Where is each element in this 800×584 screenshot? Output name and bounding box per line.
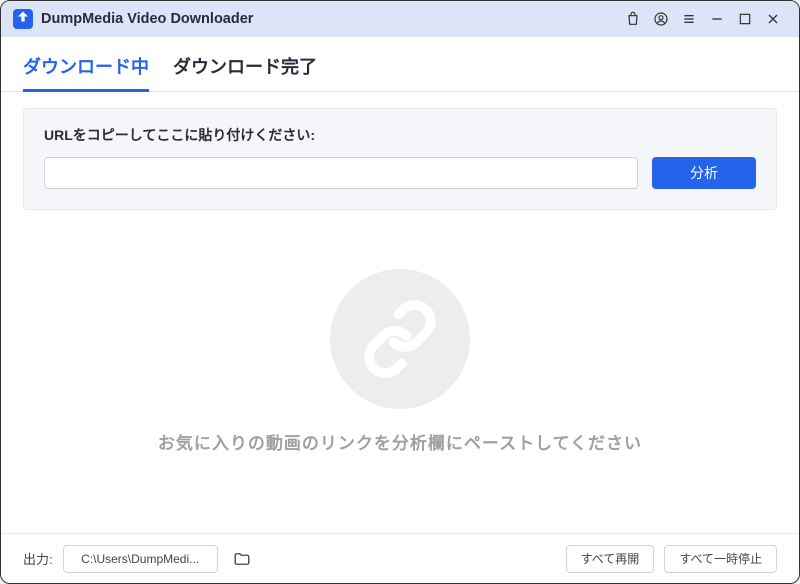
resume-all-button[interactable]: すべて再開 (566, 545, 655, 573)
empty-hint: お気に入りの動画のリンクを分析欄にペーストしてください (158, 429, 642, 454)
output-label: 出力: (23, 549, 53, 568)
analyze-button[interactable]: 分析 (652, 157, 756, 189)
shopping-bag-icon[interactable] (619, 5, 647, 33)
app-title: DumpMedia Video Downloader (41, 11, 253, 27)
url-panel: URLをコピーしてここに貼り付けください: 分析 (23, 108, 777, 210)
open-folder-icon[interactable] (228, 545, 256, 573)
user-icon[interactable] (647, 5, 675, 33)
footer: 出力: C:\Users\DumpMedi... すべて再開 すべて一時停止 (1, 533, 799, 583)
maximize-icon[interactable] (731, 5, 759, 33)
pause-all-button[interactable]: すべて一時停止 (664, 545, 777, 573)
output-path-box[interactable]: C:\Users\DumpMedi... (63, 545, 218, 573)
app-logo-icon (13, 9, 33, 29)
url-input[interactable] (44, 157, 638, 189)
url-row: 分析 (44, 157, 756, 189)
link-icon (330, 269, 470, 409)
tab-bar: ダウンロード中 ダウンロード完了 (1, 37, 799, 92)
tab-downloading[interactable]: ダウンロード中 (23, 53, 149, 92)
app-window: DumpMedia Video Downloader ダウンロード中 ダウンロー… (0, 0, 800, 584)
menu-icon[interactable] (675, 5, 703, 33)
close-icon[interactable] (759, 5, 787, 33)
url-label: URLをコピーしてここに貼り付けください: (44, 125, 756, 145)
tab-completed[interactable]: ダウンロード完了 (173, 53, 317, 92)
minimize-icon[interactable] (703, 5, 731, 33)
empty-state: お気に入りの動画のリンクを分析欄にペーストしてください (1, 210, 799, 533)
titlebar: DumpMedia Video Downloader (1, 1, 799, 37)
